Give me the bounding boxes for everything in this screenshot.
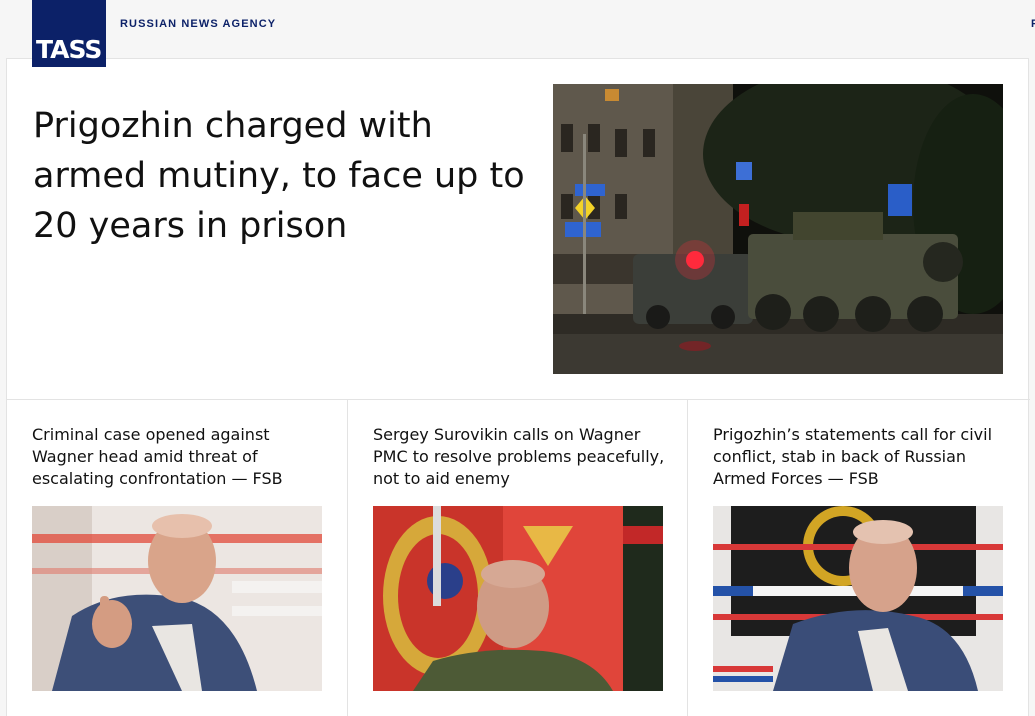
header-menu-item-cut[interactable]: F — [1031, 18, 1035, 30]
news-grid: Prigozhin charged with armed mutiny, to … — [6, 58, 1030, 716]
card-photo[interactable] — [713, 506, 1003, 691]
night-street-armored-vehicles-image — [553, 84, 1003, 374]
card-headline-link[interactable]: Sergey Surovikin calls on Wagner PMC to … — [373, 424, 673, 490]
man-in-front-of-flag-photo — [713, 506, 1003, 691]
hero-headline-link[interactable]: Prigozhin charged with armed mutiny, to … — [33, 101, 533, 251]
general-in-uniform-photo — [373, 506, 663, 691]
hero-photo[interactable] — [553, 84, 1003, 374]
tass-logo[interactable]: TASS — [32, 0, 106, 67]
card-photo[interactable] — [32, 506, 322, 691]
site-header: TASS RUSSIAN NEWS AGENCY F — [0, 0, 1035, 67]
card-headline-link[interactable]: Criminal case opened against Wagner head… — [32, 424, 332, 490]
man-gesturing-photo — [32, 506, 322, 691]
agency-tagline: RUSSIAN NEWS AGENCY — [120, 18, 277, 30]
card-headline-link[interactable]: Prigozhin’s statements call for civil co… — [713, 424, 1013, 490]
card-photo[interactable] — [373, 506, 663, 691]
news-card: Criminal case opened against Wagner head… — [7, 400, 348, 716]
news-cards-row: Criminal case opened against Wagner head… — [7, 399, 1030, 716]
news-card: Sergey Surovikin calls on Wagner PMC to … — [348, 400, 688, 716]
news-card: Prigozhin’s statements call for civil co… — [688, 400, 1030, 716]
logo-text: TASS — [36, 35, 102, 64]
